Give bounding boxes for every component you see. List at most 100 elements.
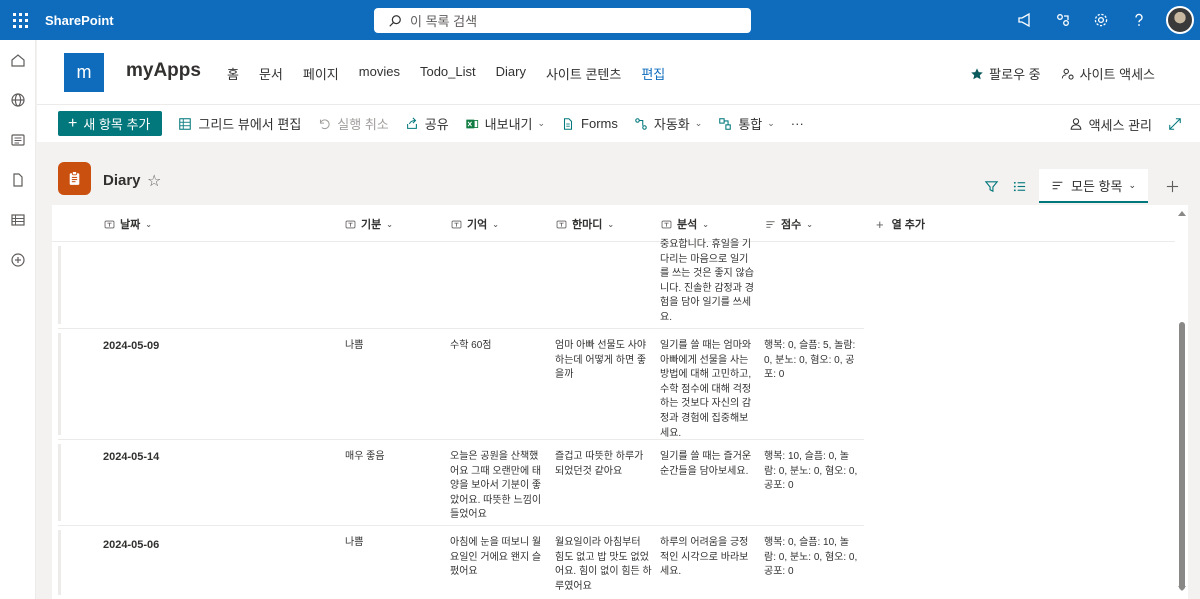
view-selector[interactable]: 모든 항목 ⌄ (1039, 169, 1148, 203)
gear-icon[interactable] (1082, 0, 1120, 40)
people-settings-icon (1061, 68, 1074, 80)
expand-icon[interactable] (1168, 117, 1188, 131)
undo-button[interactable]: 실행 취소 (317, 114, 389, 133)
undo-icon (320, 118, 330, 129)
megaphone-icon[interactable] (1006, 0, 1044, 40)
cell-analysis: 일기를 쓸 때는 즐거운 순간들을 담아보세요. (660, 451, 752, 477)
table-row[interactable]: 중요합니다. 휴일을 기다리는 마음으로 일기를 쓰는 것은 좋지 않습니다. … (58, 239, 864, 329)
flow-icon (635, 117, 647, 130)
cell-date: 2024-05-06 (103, 539, 160, 551)
command-bar: + 새 항목 추가 그리드 뷰에서 편집 실행 취소 공유 내보내기 ⌄ For… (37, 104, 1200, 142)
column-header-memory[interactable]: 기억 ⌄ (451, 216, 499, 232)
scrollbar-thumb[interactable] (1179, 322, 1185, 590)
news-icon[interactable] (0, 120, 36, 160)
table-row[interactable]: 2024-05-09 나쁨 수학 60점 엄마 아빠 선물도 사야하는데 어떻게… (58, 329, 864, 440)
add-view-icon[interactable] (1158, 172, 1186, 200)
filter-icon[interactable] (977, 172, 1005, 200)
document-icon[interactable] (0, 160, 36, 200)
site-access-button[interactable]: 사이트 액세스 (1061, 64, 1155, 83)
cell-analysis: 일기를 쓸 때는 엄마와 아빠에게 선물을 사는 방법에 대해 고민하고, 수학… (660, 340, 752, 439)
nav-todo-list[interactable]: Todo_List (420, 64, 476, 83)
nav-edit-link[interactable]: 편집 (641, 64, 665, 83)
search-placeholder: 이 목록 검색 (410, 14, 478, 29)
table-row[interactable]: 2024-05-14 매우 좋음 오늘은 공원을 산책했어요 그때 오랜만에 태… (58, 440, 864, 526)
integrate-icon (719, 117, 732, 130)
cell-analysis: 하루의 어려움을 긍정적인 시각으로 바라보세요. (660, 537, 749, 578)
list-icon[interactable] (0, 200, 36, 240)
add-circle-icon[interactable] (0, 240, 36, 280)
grid-icon (179, 117, 192, 130)
help-icon[interactable] (1120, 0, 1158, 40)
table-row[interactable]: 2024-05-06 나쁨 아침에 눈을 떠보니 월요일인 거에요 왠지 슬펐어… (58, 526, 864, 599)
forms-button[interactable]: Forms (561, 116, 618, 131)
home-icon[interactable] (0, 40, 36, 80)
text-field-icon (661, 220, 672, 228)
text-field-icon (556, 220, 567, 228)
automate-button[interactable]: 자동화 ⌄ (634, 114, 702, 133)
scroll-up-icon[interactable] (1178, 211, 1186, 216)
nav-home[interactable]: 홈 (227, 64, 239, 83)
chevron-down-icon: ⌄ (145, 219, 152, 229)
multiline-text-icon (766, 220, 775, 228)
cell-mood: 매우 좋음 (345, 451, 385, 462)
text-field-icon (104, 220, 115, 228)
integrate-button[interactable]: 통합 ⌄ (718, 114, 775, 133)
site-nav: 홈 문서 페이지 movies Todo_List Diary 사이트 콘텐츠 … (227, 64, 685, 83)
share-icon (406, 117, 417, 129)
cell-remark: 월요일이라 아침부터 힘도 없고 밥 맛도 없었어요. 힘이 없이 힘든 하루였… (555, 537, 652, 592)
site-access-label: 사이트 액세스 (1079, 67, 1155, 82)
follow-button[interactable]: 팔로우 중 (970, 64, 1041, 83)
cell-memory: 오늘은 공원을 산책했어요 그때 오랜만에 태양을 보아서 기분이 좋았어요. … (450, 451, 542, 521)
manage-access-button[interactable]: 액세스 관리 (1069, 115, 1152, 134)
list-grid: 날짜 ⌄ 기분 ⌄ 기억 ⌄ 한마디 ⌄ 분석 ⌄ 점수 ⌄ + 열 추가 중요합니다. (52, 205, 1188, 599)
chevron-down-icon: ⌄ (492, 219, 499, 229)
star-filled-icon (971, 67, 983, 79)
clipboard-icon (58, 162, 91, 195)
site-title[interactable]: myApps (126, 60, 201, 82)
avatar[interactable] (1166, 6, 1194, 34)
cell-remark: 즐겁고 따뜻한 하루가 되었던것 같아요 (555, 451, 644, 477)
chevron-down-icon: ⌄ (767, 118, 775, 128)
nav-site-contents[interactable]: 사이트 콘텐츠 (546, 64, 621, 83)
chevron-down-icon: ⌄ (806, 219, 813, 229)
column-header-remark[interactable]: 한마디 ⌄ (556, 216, 614, 232)
nav-diary[interactable]: Diary (496, 64, 526, 83)
site-logo[interactable]: m (64, 53, 104, 92)
chevron-down-icon: ⌄ (702, 219, 709, 229)
cell-score: 행복: 0, 슬픔: 10, 놀람: 0, 분노: 0, 혐오: 0, 공포: … (764, 537, 858, 578)
search-input[interactable]: 이 목록 검색 (374, 8, 751, 33)
star-outline-icon[interactable]: ☆ (147, 171, 161, 191)
search-icon (389, 14, 401, 27)
grid-edit-button[interactable]: 그리드 뷰에서 편집 (178, 114, 301, 133)
column-headers: 날짜 ⌄ 기분 ⌄ 기억 ⌄ 한마디 ⌄ 분석 ⌄ 점수 ⌄ + 열 추가 (52, 205, 1175, 242)
export-button[interactable]: 내보내기 ⌄ (465, 114, 545, 133)
nav-documents[interactable]: 문서 (259, 64, 283, 83)
list-lines-icon (1052, 181, 1063, 189)
new-item-button[interactable]: + 새 항목 추가 (58, 111, 163, 136)
brand-name[interactable]: SharePoint (45, 13, 114, 28)
scroll-down-icon[interactable] (1178, 586, 1186, 591)
chevron-down-icon: ⌄ (607, 219, 615, 229)
column-header-date[interactable]: 날짜 ⌄ (104, 216, 152, 232)
people-network-icon[interactable] (1044, 0, 1082, 40)
app-launcher-icon[interactable] (0, 0, 40, 40)
nav-movies[interactable]: movies (359, 64, 400, 83)
share-button[interactable]: 공유 (405, 114, 449, 133)
column-header-score[interactable]: 점수 ⌄ (765, 216, 813, 232)
more-options-button[interactable]: ··· (791, 116, 804, 131)
cell-memory: 수학 60점 (450, 340, 492, 351)
globe-icon[interactable] (0, 80, 36, 120)
nav-pages[interactable]: 페이지 (303, 64, 339, 83)
cell-remark: 엄마 아빠 선물도 사야하는데 어떻게 하면 좋을까 (555, 340, 647, 381)
add-column-button[interactable]: + 열 추가 (876, 216, 925, 232)
cell-memory: 아침에 눈을 떠보니 월요일인 거에요 왠지 슬펐어요 (450, 537, 542, 578)
column-header-mood[interactable]: 기분 ⌄ (345, 216, 393, 232)
plus-icon: + (876, 216, 884, 232)
view-options-icon[interactable] (1005, 172, 1033, 200)
chevron-down-icon: ⌄ (537, 118, 546, 128)
column-header-analysis[interactable]: 분석 ⌄ (661, 216, 709, 232)
vertical-scrollbar[interactable] (1176, 205, 1188, 599)
cell-date: 2024-05-09 (103, 340, 160, 352)
cell-mood: 나쁨 (345, 537, 364, 548)
forms-icon (564, 117, 573, 130)
